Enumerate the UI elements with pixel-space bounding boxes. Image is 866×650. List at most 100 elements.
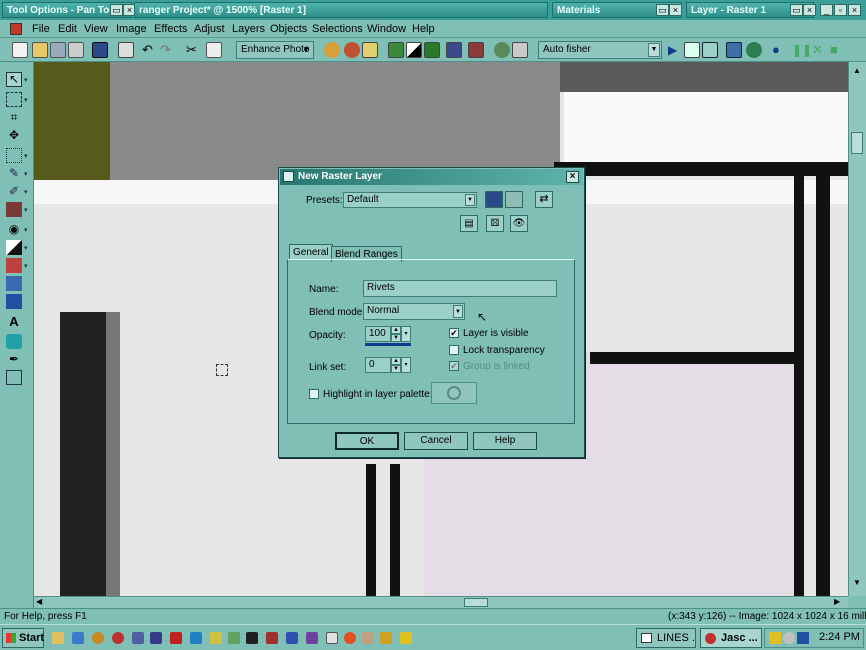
print-icon[interactable] [118, 42, 134, 58]
move-tool-icon[interactable]: ✥ [6, 128, 22, 143]
save-icon[interactable] [92, 42, 108, 58]
cancel-record-icon[interactable]: ✕ [812, 42, 828, 58]
menu-selections[interactable]: Selections [312, 22, 363, 36]
quicklaunch-icon[interactable] [266, 632, 278, 644]
quicklaunch-icon[interactable] [190, 632, 202, 644]
quicklaunch-icon[interactable] [380, 632, 392, 644]
quicklaunch-icon[interactable] [210, 632, 222, 644]
tab-general[interactable]: General [289, 244, 333, 260]
clone-brush-icon[interactable] [6, 202, 22, 217]
group-linked-checkbox[interactable]: ✔ [449, 361, 459, 371]
save-preset-icon[interactable] [485, 191, 503, 208]
scroll-right-icon[interactable]: ▶ [834, 597, 840, 606]
dodge-tool-icon[interactable]: ◉ [6, 222, 22, 237]
taskbar-lines-button[interactable]: LINES ... [636, 628, 696, 648]
scroll-up-icon[interactable]: ▲ [851, 66, 863, 76]
clock[interactable]: 2:24 PM [819, 631, 860, 643]
cancel-button[interactable]: Cancel [404, 432, 468, 450]
eraser-tool-icon[interactable] [6, 258, 22, 273]
marquee-tool-icon[interactable] [6, 148, 22, 163]
link-set-down-icon[interactable]: ▼ [391, 365, 401, 373]
menu-window[interactable]: Window [367, 22, 406, 36]
quicklaunch-icon[interactable] [112, 632, 124, 644]
tray-network-icon[interactable] [797, 632, 809, 644]
menu-edit[interactable]: Edit [58, 22, 77, 36]
materials-restore-icon[interactable]: ▭ [656, 4, 669, 16]
lock-transparency-checkbox[interactable] [449, 345, 459, 355]
fill-tool-icon[interactable] [6, 240, 22, 255]
delete-preset-icon[interactable] [505, 191, 523, 208]
materials-close-icon[interactable]: × [669, 4, 682, 16]
quicklaunch-icon[interactable] [52, 632, 64, 644]
enhance-photo-dropdown[interactable]: Enhance Photo ▼ [236, 41, 314, 59]
name-input[interactable]: Rivets [363, 280, 557, 297]
help-button[interactable]: Help [473, 432, 537, 450]
text-tool-icon[interactable]: A [6, 314, 22, 329]
quicklaunch-icon[interactable] [286, 632, 298, 644]
quicklaunch-icon[interactable] [150, 632, 162, 644]
preset-shape-icon[interactable] [6, 334, 22, 349]
menu-effects[interactable]: Effects [154, 22, 187, 36]
start-button[interactable]: Start [2, 628, 44, 648]
blend-mode-dropdown[interactable]: Normal ▼ [363, 303, 465, 320]
scroll-down-icon[interactable]: ▼ [851, 578, 863, 588]
crop-tool-icon[interactable]: ⌗ [6, 110, 22, 125]
quicklaunch-icon[interactable] [92, 632, 104, 644]
horizontal-scrollbar[interactable]: ◀ ▶ [34, 596, 848, 608]
learning-center-icon[interactable] [494, 42, 510, 58]
maximize-icon[interactable]: ▫ [834, 4, 847, 16]
materials-palette-icon[interactable] [406, 42, 422, 58]
menu-file[interactable]: File [32, 22, 50, 36]
script-dropdown[interactable]: Auto fisher ▼ [538, 41, 662, 59]
preview-eye-icon[interactable]: 👁 [510, 215, 528, 232]
layer-visible-checkbox[interactable]: ✔ [449, 328, 459, 338]
tool-options-icon[interactable] [424, 42, 440, 58]
cut-icon[interactable]: ✂ [186, 42, 202, 58]
quicklaunch-icon[interactable] [306, 632, 318, 644]
color-balance-icon[interactable] [344, 42, 360, 58]
tray-status-icon[interactable] [783, 632, 795, 644]
object-selector-icon[interactable] [6, 370, 22, 385]
layer-restore-icon[interactable]: ▭ [790, 4, 803, 16]
redo-icon[interactable]: ↷ [160, 42, 176, 58]
close-icon[interactable]: × [566, 171, 579, 183]
quicklaunch-icon[interactable] [326, 632, 338, 644]
menu-objects[interactable]: Objects [270, 22, 307, 36]
selection-tool-icon[interactable] [6, 92, 22, 107]
script-stop-icon[interactable] [746, 42, 762, 58]
dialog-title-bar[interactable]: New Raster Layer × [280, 169, 583, 185]
script-output-icon[interactable] [512, 42, 528, 58]
menu-help[interactable]: Help [412, 22, 435, 36]
histogram-icon[interactable] [446, 42, 462, 58]
quicklaunch-icon[interactable] [246, 632, 258, 644]
minimize-icon[interactable]: _ [820, 4, 833, 16]
scroll-left-icon[interactable]: ◀ [36, 597, 42, 606]
picture-tube-icon[interactable] [6, 276, 22, 291]
menu-adjust[interactable]: Adjust [194, 22, 225, 36]
horizontal-scroll-thumb[interactable] [464, 598, 488, 607]
layout-icon[interactable]: ▤ [460, 215, 478, 232]
quicklaunch-icon[interactable] [344, 632, 356, 644]
quicklaunch-icon[interactable] [170, 632, 182, 644]
quicklaunch-icon[interactable] [362, 632, 374, 644]
highlight-checkbox[interactable] [309, 389, 319, 399]
app-icon[interactable] [10, 23, 22, 35]
pause-icon[interactable]: ❚❚ [792, 42, 812, 58]
paint-brush-icon[interactable]: ✐ [6, 184, 22, 199]
pen-tool-icon[interactable]: ✒ [6, 352, 22, 367]
overview-icon[interactable] [468, 42, 484, 58]
main-window-title[interactable]: ranger Project* @ 1500% [Raster 1] [134, 2, 548, 18]
tool-options-restore-icon[interactable]: ▭ [110, 4, 123, 16]
menu-image[interactable]: Image [116, 22, 147, 36]
presets-dropdown[interactable]: Default ▼ [343, 192, 477, 208]
open-folder-icon[interactable] [32, 42, 48, 58]
opacity-input[interactable]: 100 [365, 326, 391, 342]
layer-palette-icon[interactable] [388, 42, 404, 58]
new-file-icon[interactable] [12, 42, 28, 58]
vertical-scrollbar[interactable]: ▲ ▼ [848, 62, 866, 596]
flood-fill-icon[interactable] [6, 294, 22, 309]
reset-icon[interactable]: ⇄ [535, 191, 553, 208]
vertical-scroll-thumb[interactable] [851, 132, 863, 154]
layer-close-icon[interactable]: × [803, 4, 816, 16]
record-script-icon[interactable] [726, 42, 742, 58]
